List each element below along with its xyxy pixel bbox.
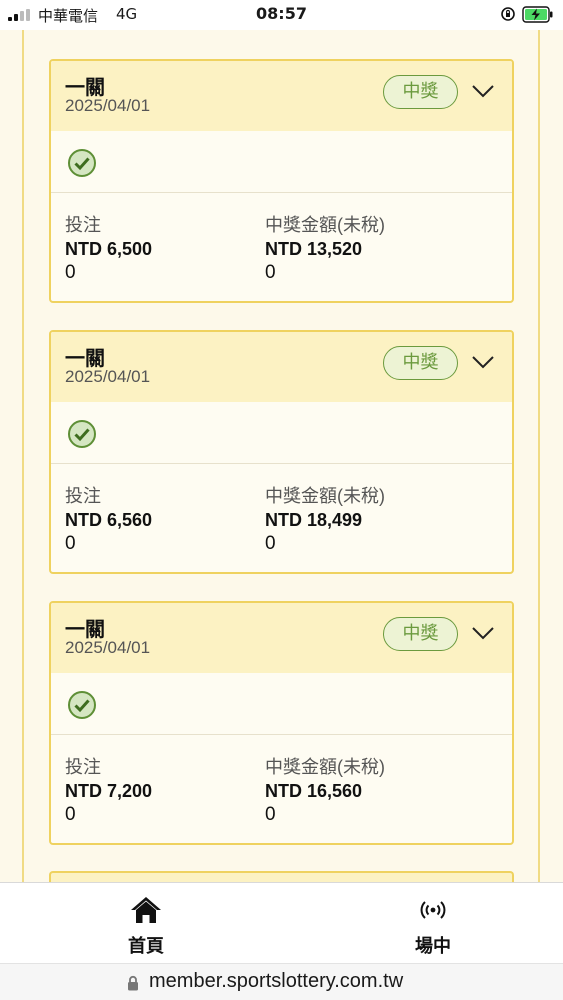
status-time: 08:57 (256, 4, 307, 23)
chevron-down-icon[interactable] (471, 83, 495, 99)
stake-extra-value: 0 (65, 533, 76, 554)
winnings-extra-value: 0 (265, 262, 276, 283)
bet-card-header[interactable]: 一關 2025/04/01 中獎 (51, 332, 512, 402)
winnings-column: 中獎金額(未稅) NTD 18,499 0 (265, 484, 385, 556)
result-row (51, 131, 512, 192)
winnings-column: 中獎金額(未稅) NTD 16,560 0 (265, 755, 385, 827)
stake-extra-value: 0 (65, 262, 76, 283)
chevron-down-icon[interactable] (471, 354, 495, 370)
check-circle-icon (68, 149, 96, 177)
tab-live[interactable]: 場中 (363, 883, 503, 964)
stake-column: 投注 NTD 6,560 0 (65, 484, 152, 556)
tab-home[interactable]: 首頁 (76, 883, 216, 964)
battery-charging-icon (522, 6, 553, 23)
lock-icon (128, 975, 138, 991)
check-circle-icon (68, 420, 96, 448)
winnings-label: 中獎金額(未稅) (265, 215, 385, 235)
stake-label: 投注 (65, 215, 101, 235)
tab-live-label: 場中 (415, 936, 451, 957)
url-text[interactable]: member.sportslottery.com.tw (149, 970, 403, 993)
bet-card[interactable]: 一關 2025/04/01 中獎 投注 NTD 6,560 0 中獎金額(未稅)… (49, 330, 514, 574)
winnings-amount: NTD 13,520 (265, 239, 363, 259)
stake-extra-value: 0 (65, 804, 76, 825)
bet-card-header[interactable]: 一關 2025/04/01 中獎 (51, 603, 512, 673)
winnings-extra-value: 0 (265, 533, 276, 554)
home-icon (131, 897, 161, 923)
result-row (51, 402, 512, 463)
content-border-left (22, 30, 24, 882)
stake-column: 投注 NTD 7,200 0 (65, 755, 152, 827)
stake-amount: NTD 6,500 (65, 239, 153, 259)
browser-url-bar[interactable]: member.sportslottery.com.tw (0, 963, 563, 1000)
broadcast-icon (420, 901, 446, 919)
rotation-lock-icon (501, 7, 515, 21)
bet-date: 2025/04/01 (65, 367, 151, 386)
stake-amount: NTD 6,560 (65, 510, 153, 530)
bet-date: 2025/04/01 (65, 96, 151, 115)
divider (51, 463, 512, 464)
winnings-label: 中獎金額(未稅) (265, 757, 385, 777)
winnings-extra-value: 0 (265, 804, 276, 825)
content-border-right (538, 30, 540, 882)
bet-card[interactable]: 一關 2025/04/01 中獎 投注 NTD 7,200 0 中獎金額(未稅)… (49, 601, 514, 845)
win-status-badge: 中獎 (383, 617, 458, 651)
chevron-down-icon[interactable] (471, 625, 495, 641)
stake-column: 投注 NTD 6,500 0 (65, 213, 152, 285)
tab-home-label: 首頁 (128, 936, 164, 957)
result-row (51, 673, 512, 734)
win-status-badge: 中獎 (383, 75, 458, 109)
winnings-label: 中獎金額(未稅) (265, 486, 385, 506)
winnings-amount: NTD 18,499 (265, 510, 363, 530)
bottom-tab-bar: 首頁 場中 (0, 882, 563, 963)
winnings-column: 中獎金額(未稅) NTD 13,520 0 (265, 213, 385, 285)
stake-label: 投注 (65, 757, 101, 777)
bet-date: 2025/04/01 (65, 638, 151, 657)
stake-amount: NTD 7,200 (65, 781, 153, 801)
check-circle-icon (68, 691, 96, 719)
winnings-amount: NTD 16,560 (265, 781, 363, 801)
stake-label: 投注 (65, 486, 101, 506)
win-status-badge: 中獎 (383, 346, 458, 380)
divider (51, 734, 512, 735)
bet-card-header[interactable]: 一關 2025/04/01 中獎 (51, 61, 512, 131)
divider (51, 192, 512, 193)
status-bar: 中華電信 4G 08:57 (0, 0, 563, 30)
bet-card[interactable]: 一關 2025/04/01 中獎 投注 NTD 6,500 0 中獎金額(未稅)… (49, 59, 514, 303)
